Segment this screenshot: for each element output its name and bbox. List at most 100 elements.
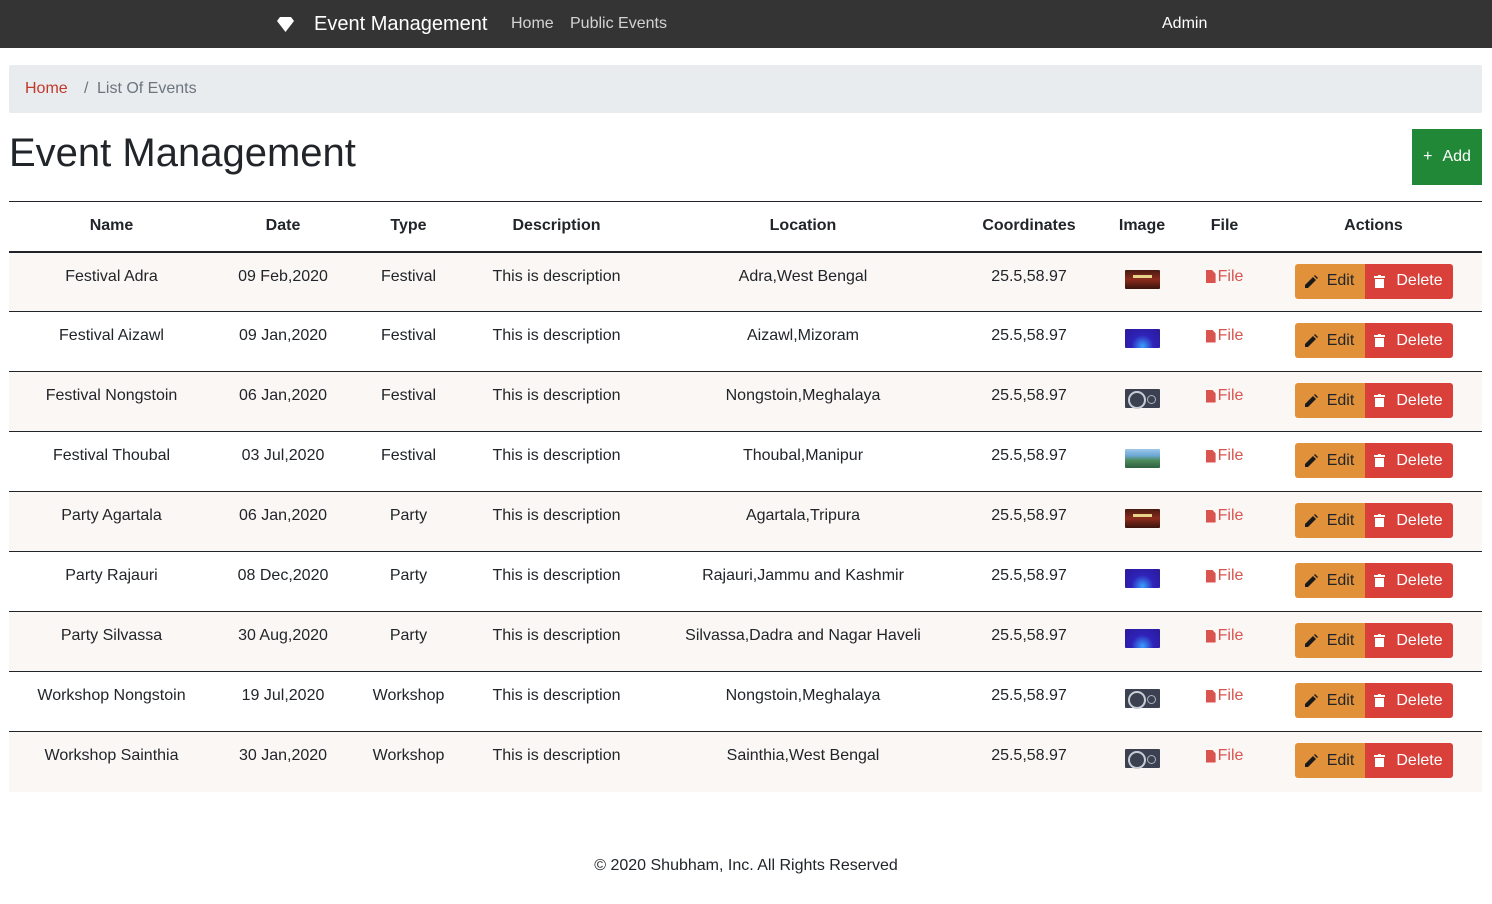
table-row: Party Silvassa 30 Aug,2020 Party This is de… <box>9 611 1482 672</box>
cell-image <box>1100 671 1184 732</box>
plus-icon: + <box>1423 148 1433 165</box>
edit-button[interactable]: Edit <box>1294 383 1365 418</box>
cell-location: Nongstoin,Meghalaya <box>648 671 958 732</box>
cell-date: 30 Aug,2020 <box>214 611 352 672</box>
delete-button[interactable]: Delete <box>1364 323 1453 358</box>
event-thumbnail[interactable] <box>1124 689 1160 709</box>
cell-coordinates: 25.5,58.97 <box>958 671 1100 732</box>
event-thumbnail[interactable] <box>1124 449 1160 468</box>
breadcrumb: Home / List Of Events <box>9 65 1482 113</box>
cell-type: Festival <box>352 251 465 312</box>
pencil-icon <box>1304 694 1318 707</box>
cell-image <box>1100 731 1184 792</box>
cell-image <box>1100 491 1184 552</box>
cell-date: 30 Jan,2020 <box>214 731 352 792</box>
cell-name: Party Silvassa <box>9 611 214 672</box>
edit-button[interactable]: Edit <box>1294 263 1365 299</box>
cell-description: This is description <box>465 731 648 792</box>
cell-date: 19 Jul,2020 <box>214 671 352 732</box>
pencil-icon <box>1304 274 1318 288</box>
table-row: Party Agartala 06 Jan,2020 Party This is de… <box>9 491 1482 552</box>
cell-file: File <box>1184 251 1265 312</box>
file-icon <box>1205 749 1216 763</box>
event-thumbnail[interactable] <box>1124 569 1160 588</box>
edit-button[interactable]: Edit <box>1294 443 1365 478</box>
cell-location: Silvassa,Dadra and Nagar Haveli <box>648 611 958 672</box>
file-link-label: File <box>1217 627 1244 644</box>
edit-button[interactable]: Edit <box>1294 743 1365 778</box>
row-actions: Edit Delete <box>1294 383 1453 418</box>
delete-button[interactable]: Delete <box>1364 443 1453 478</box>
delete-button[interactable]: Delete <box>1364 503 1453 538</box>
brand-title[interactable]: Event Management <box>314 13 487 36</box>
cell-coordinates: 25.5,58.97 <box>958 371 1100 432</box>
table-row: Festival Aizawl 09 Jan,2020 Festival This i… <box>9 311 1482 372</box>
edit-button-label: Edit <box>1326 631 1355 649</box>
delete-button-label: Delete <box>1396 751 1443 769</box>
delete-button[interactable]: Delete <box>1364 563 1453 598</box>
trash-icon <box>1374 334 1386 347</box>
cell-location: Rajauri,Jammu and Kashmir <box>648 551 958 612</box>
cell-file: File <box>1184 431 1265 492</box>
cell-date: 08 Dec,2020 <box>214 551 352 612</box>
cell-description: This is description <box>465 491 648 552</box>
file-link[interactable]: File <box>1205 747 1244 765</box>
event-thumbnail[interactable] <box>1124 749 1160 769</box>
cell-actions: Edit Delete <box>1265 671 1482 732</box>
cell-description: This is description <box>465 611 648 672</box>
delete-button[interactable]: Delete <box>1364 683 1453 718</box>
cell-actions: Edit Delete <box>1265 311 1482 372</box>
breadcrumb-separator: / <box>84 80 89 97</box>
delete-button[interactable]: Delete <box>1364 743 1453 778</box>
cell-date: 09 Jan,2020 <box>214 311 352 372</box>
edit-button[interactable]: Edit <box>1294 623 1365 658</box>
header-file: File <box>1184 201 1265 253</box>
edit-button[interactable]: Edit <box>1294 503 1365 538</box>
nav-home-link[interactable]: Home <box>511 15 554 33</box>
file-link-label: File <box>1217 267 1244 285</box>
cell-location: Sainthia,West Bengal <box>648 731 958 792</box>
delete-button[interactable]: Delete <box>1364 263 1453 299</box>
cell-location: Agartala,Tripura <box>648 491 958 552</box>
edit-button-label: Edit <box>1326 511 1355 529</box>
file-link[interactable]: File <box>1205 507 1243 525</box>
delete-button-label: Delete <box>1396 511 1443 529</box>
event-thumbnail[interactable] <box>1124 509 1160 528</box>
cell-coordinates: 25.5,58.97 <box>958 491 1100 552</box>
file-link[interactable]: File <box>1205 447 1243 465</box>
delete-button-label: Delete <box>1396 451 1443 469</box>
cell-file: File <box>1184 611 1265 672</box>
cell-coordinates: 25.5,58.97 <box>958 611 1100 672</box>
cell-coordinates: 25.5,58.97 <box>958 431 1100 492</box>
add-event-button[interactable]: + Add <box>1412 129 1482 185</box>
nav-public-events-link[interactable]: Public Events <box>570 15 667 33</box>
cell-location: Aizawl,Mizoram <box>648 311 958 372</box>
delete-button[interactable]: Delete <box>1364 623 1453 658</box>
file-link[interactable]: File <box>1205 567 1243 585</box>
pencil-icon <box>1304 574 1318 587</box>
event-thumbnail[interactable] <box>1124 269 1160 289</box>
delete-button[interactable]: Delete <box>1364 383 1453 418</box>
file-link-label: File <box>1217 747 1244 764</box>
file-link[interactable]: File <box>1205 687 1243 705</box>
file-link[interactable]: File <box>1205 627 1244 645</box>
pencil-icon <box>1304 754 1318 767</box>
top-navbar: Event Management Home Public Events Admi… <box>0 0 1492 48</box>
breadcrumb-home-link[interactable]: Home <box>25 80 68 98</box>
event-thumbnail[interactable] <box>1124 389 1160 409</box>
diamond-icon[interactable] <box>277 16 294 33</box>
cell-description: This is description <box>465 371 648 432</box>
event-thumbnail[interactable] <box>1124 629 1160 648</box>
file-link[interactable]: File <box>1205 387 1243 405</box>
cell-file: File <box>1184 491 1265 552</box>
header-type: Type <box>352 201 465 253</box>
file-link[interactable]: File <box>1205 267 1244 286</box>
nav-admin-link[interactable]: Admin <box>1162 15 1207 33</box>
edit-button[interactable]: Edit <box>1294 683 1365 718</box>
delete-button-label: Delete <box>1396 272 1443 289</box>
edit-button[interactable]: Edit <box>1294 563 1365 598</box>
edit-button[interactable]: Edit <box>1294 323 1365 358</box>
event-thumbnail[interactable] <box>1124 329 1160 348</box>
file-link[interactable]: File <box>1205 327 1243 345</box>
cell-type: Festival <box>352 431 465 492</box>
